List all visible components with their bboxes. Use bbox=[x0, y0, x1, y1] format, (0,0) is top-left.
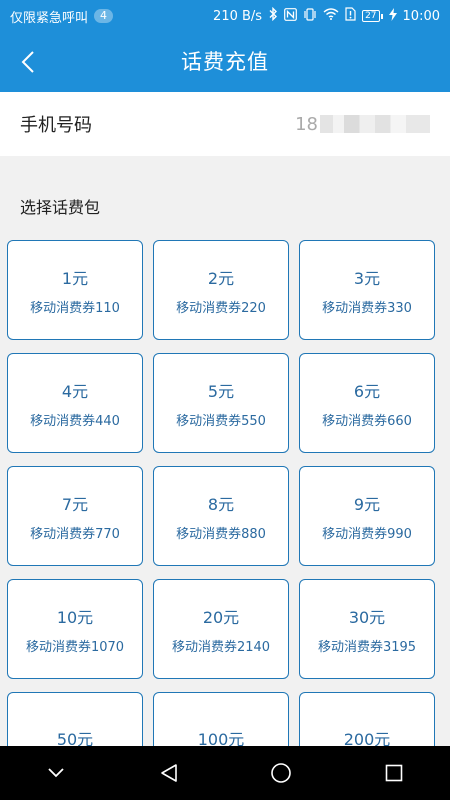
package-price: 8元 bbox=[207, 494, 235, 514]
package-description: 移动消费券2140 bbox=[171, 639, 271, 655]
circle-home-icon bbox=[271, 763, 292, 783]
package-price: 30元 bbox=[348, 607, 386, 627]
back-button[interactable] bbox=[8, 42, 48, 82]
app-bar: 话费充值 bbox=[0, 32, 450, 92]
notification-badge: 4 bbox=[94, 9, 114, 23]
package-price: 20元 bbox=[202, 607, 240, 627]
package-card[interactable]: 9元移动消费券990 bbox=[299, 466, 435, 566]
package-card[interactable]: 5元移动消费券550 bbox=[153, 353, 289, 453]
clock: 10:00 bbox=[402, 8, 440, 24]
phone-value-prefix: 18 bbox=[295, 113, 318, 135]
status-left: 仅限紧急呼叫 4 bbox=[10, 7, 114, 26]
package-description: 移动消费券330 bbox=[322, 300, 412, 316]
package-price: 10元 bbox=[56, 607, 94, 627]
carrier-text: 仅限紧急呼叫 bbox=[10, 10, 89, 26]
status-bar: 仅限紧急呼叫 4 210 B/s 27 10:00 bbox=[0, 0, 450, 32]
system-nav-bar bbox=[0, 746, 450, 800]
package-price: 1元 bbox=[61, 268, 89, 288]
net-speed: 210 B/s bbox=[213, 8, 263, 24]
wifi-icon bbox=[323, 8, 339, 24]
package-card[interactable]: 10元移动消费券1070 bbox=[7, 579, 143, 679]
chevron-down-icon bbox=[48, 768, 64, 778]
nav-recents-button[interactable] bbox=[364, 746, 424, 800]
package-description: 移动消费券770 bbox=[30, 526, 120, 542]
package-price: 9元 bbox=[353, 494, 381, 514]
package-price: 5元 bbox=[207, 381, 235, 401]
package-card[interactable]: 4元移动消费券440 bbox=[7, 353, 143, 453]
page-title: 话费充值 bbox=[181, 50, 269, 74]
package-card[interactable]: 8元移动消费券880 bbox=[153, 466, 289, 566]
package-description: 移动消费券550 bbox=[176, 413, 266, 429]
package-card[interactable]: 2元移动消费券220 bbox=[153, 240, 289, 340]
package-card[interactable]: 30元移动消费券3195 bbox=[299, 579, 435, 679]
package-card[interactable]: 1元移动消费券110 bbox=[7, 240, 143, 340]
package-price: 2元 bbox=[207, 268, 235, 288]
nav-home-button[interactable] bbox=[251, 746, 311, 800]
package-description: 移动消费券1070 bbox=[25, 639, 125, 655]
nfc-icon bbox=[284, 7, 297, 25]
section-label: 选择话费包 bbox=[20, 198, 101, 217]
sim-alert-icon bbox=[345, 7, 356, 25]
phone-value: 18 bbox=[295, 114, 430, 135]
package-description: 移动消费券880 bbox=[176, 526, 266, 542]
bluetooth-icon bbox=[268, 6, 278, 25]
charging-icon bbox=[388, 7, 397, 25]
nav-dismiss-button[interactable] bbox=[26, 746, 86, 800]
package-price: 4元 bbox=[61, 381, 89, 401]
triangle-back-icon bbox=[160, 764, 177, 782]
phone-label: 手机号码 bbox=[20, 115, 92, 136]
chevron-left-icon bbox=[21, 51, 34, 73]
package-description: 移动消费券990 bbox=[322, 526, 412, 542]
battery-icon: 27 bbox=[362, 10, 383, 22]
battery-level: 27 bbox=[362, 10, 380, 22]
package-description: 移动消费券3195 bbox=[317, 639, 417, 655]
package-price: 6元 bbox=[353, 381, 381, 401]
masked-phone-digits bbox=[320, 115, 430, 133]
square-recents-icon bbox=[385, 764, 403, 782]
package-card[interactable]: 7元移动消费券770 bbox=[7, 466, 143, 566]
package-card[interactable]: 6元移动消费券660 bbox=[299, 353, 435, 453]
package-description: 移动消费券440 bbox=[30, 413, 120, 429]
package-price: 3元 bbox=[353, 268, 381, 288]
package-description: 移动消费券110 bbox=[30, 300, 120, 316]
package-price: 7元 bbox=[61, 494, 89, 514]
package-card[interactable]: 20元移动消费券2140 bbox=[153, 579, 289, 679]
phone-number-row[interactable]: 手机号码 18 bbox=[0, 92, 450, 156]
package-description: 移动消费券220 bbox=[176, 300, 266, 316]
vibrate-icon bbox=[303, 7, 317, 25]
nav-back-button[interactable] bbox=[139, 746, 199, 800]
package-card[interactable]: 3元移动消费券330 bbox=[299, 240, 435, 340]
package-description: 移动消费券660 bbox=[322, 413, 412, 429]
status-right: 210 B/s 27 10:00 bbox=[213, 6, 440, 25]
